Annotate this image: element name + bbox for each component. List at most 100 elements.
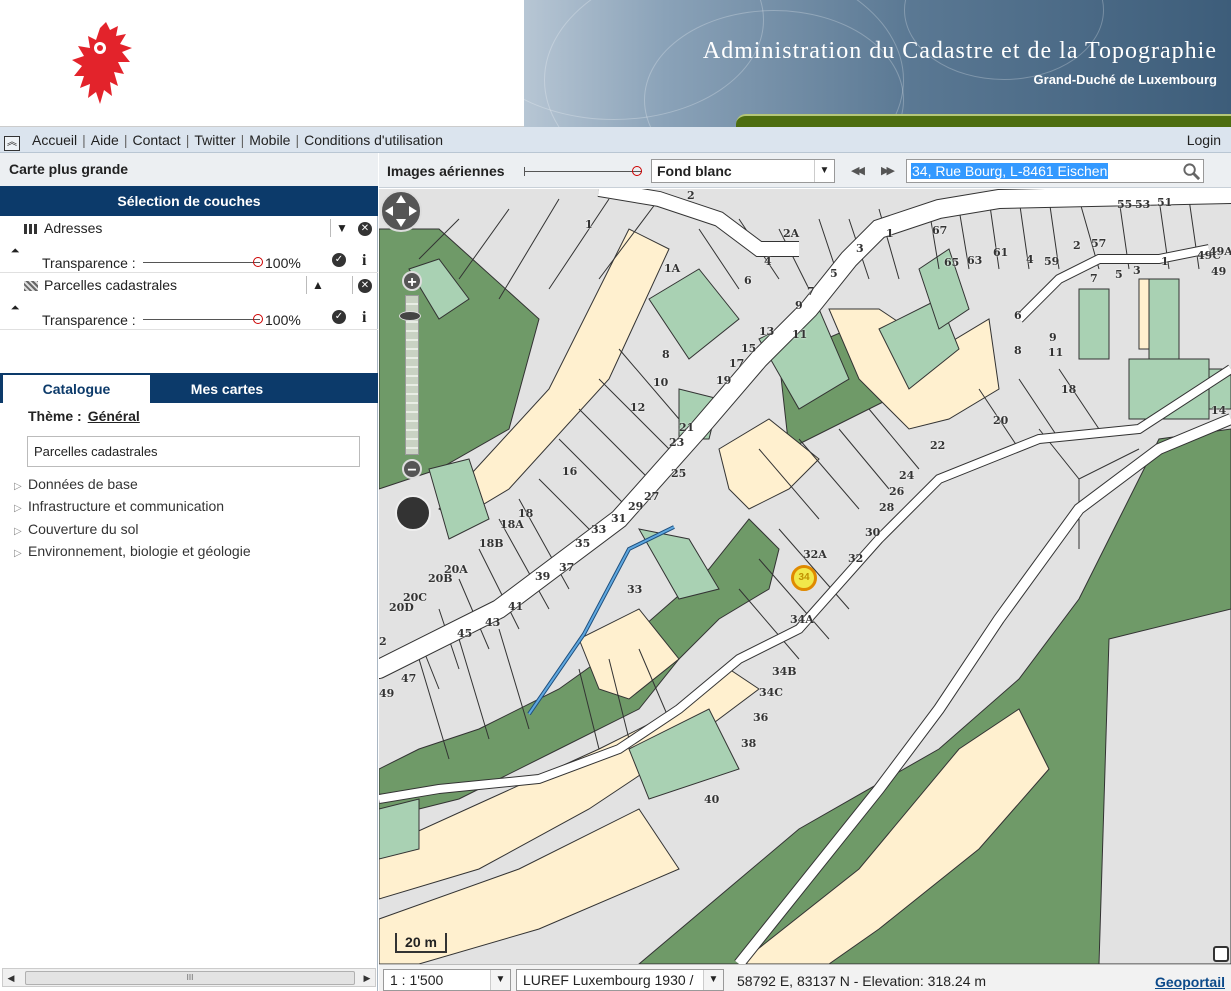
layer-down-icon[interactable]: ▼ [335,221,349,235]
tree-item-label: Infrastructure et communication [28,498,225,514]
nav-separator: | [240,132,245,148]
chevron-down-icon[interactable]: ▼ [703,970,723,990]
projection-select-value: LUREF Luxembourg 1930 / [523,972,694,988]
parcel-label: 57 [1091,237,1107,250]
layer-up-icon[interactable]: ⏶ [8,244,22,258]
tree-item-donnees[interactable]: ▷ Données de base [14,476,138,492]
expand-arrow-icon[interactable]: ▷ [14,548,28,559]
scale-select[interactable]: 1 : 1'500 ▼ [383,969,511,991]
chevron-down-icon[interactable]: ▼ [490,970,510,990]
parcel-label: 8 [662,348,670,361]
parcel-label: 38 [741,737,757,750]
horizontal-scrollbar[interactable]: ◀ III ▶ [2,968,376,987]
zoom-slider-thumb[interactable] [399,311,421,321]
parcel-label: 33 [591,523,607,536]
parcel-label: 18 [1061,383,1077,396]
transparency-value: 100% [265,312,301,328]
nav-link-aide[interactable]: Aide [91,132,119,148]
parcel-label: 61 [993,246,1009,259]
scroll-left-icon[interactable]: ◀ [5,971,17,985]
nav-link-conditions[interactable]: Conditions d'utilisation [304,132,443,148]
parcel-label: 8 [1014,344,1022,357]
search-input[interactable]: 34, Rue Bourg, L-8461 Eischen [906,159,1204,183]
theme-value-link[interactable]: Général [88,408,140,424]
collapse-header-icon[interactable]: ︽ [4,136,20,151]
slider-knob[interactable] [632,166,642,176]
scroll-right-icon[interactable]: ▶ [361,971,373,985]
history-forward-icon[interactable]: ▶▶ [881,164,895,177]
projection-select[interactable]: LUREF Luxembourg 1930 / ▼ [516,969,724,991]
check-icon[interactable]: ✓ [332,310,346,324]
background-opacity-slider[interactable] [524,166,642,176]
transparency-value: 100% [265,255,301,271]
parcel-label: 11 [792,328,808,341]
nav-separator: | [185,132,190,148]
tree-item-couverture[interactable]: ▷ Couverture du sol [14,521,139,537]
slider-tick [524,167,525,176]
zoom-out-icon[interactable]: − [402,459,422,479]
parcel-label: 49 [379,687,395,700]
parcel-label: 32A [803,548,827,561]
aerial-images-label: Images aériennes [387,163,505,179]
expand-arrow-icon[interactable]: ▷ [14,481,28,492]
expand-arrow-icon[interactable]: ▷ [14,503,28,514]
layer-up-arrow-icon[interactable]: ▲ [311,278,325,292]
luxembourg-overview-icon[interactable] [395,495,431,531]
check-icon[interactable]: ✓ [332,253,346,267]
parcel-label: 1 [1161,255,1169,268]
layer-name-text: Adresses [44,220,103,236]
parcel-label: 31 [611,512,627,525]
nav-link-twitter[interactable]: Twitter [194,132,235,148]
parcel-label: 21 [679,421,695,434]
scrollbar-thumb[interactable]: III [25,971,355,985]
zoom-in-icon[interactable]: + [402,271,422,291]
parcel-label: 33 [627,583,643,596]
search-icon[interactable] [1182,162,1201,181]
tree-item-infrastructure[interactable]: ▷ Infrastructure et communication [14,498,224,514]
parcel-label: 3 [1133,264,1141,277]
remove-layer-icon[interactable]: ✕ [358,222,372,236]
parcel-label: 27 [644,490,660,503]
nav-link-contact[interactable]: Contact [132,132,180,148]
app-root: Administration du Cadastre et de la Topo… [0,0,1231,991]
map-view[interactable]: 1 2 2A 3 1 67 55 53 51 1A 4 6 5 65 63 61… [379,189,1231,964]
address-marker[interactable]: 34 [791,565,817,591]
layer-up-icon[interactable]: ⏶ [8,301,22,315]
nav-link-mobile[interactable]: Mobile [249,132,290,148]
parcel-label: 36 [753,711,769,724]
login-link[interactable]: Login [1187,132,1221,148]
parcel-label: 20B [428,572,453,585]
tab-mes-cartes[interactable]: Mes cartes [152,375,302,403]
remove-layer-icon[interactable]: ✕ [358,279,372,293]
parcel-label: 13 [759,325,775,338]
search-input-value[interactable]: 34, Rue Bourg, L-8461 Eischen [911,163,1109,179]
slider-knob[interactable] [253,257,263,267]
info-icon[interactable]: i [362,309,366,327]
parcel-label: 3 [856,242,864,255]
pan-control-icon[interactable] [379,189,423,233]
expand-arrow-icon[interactable]: ▷ [14,526,28,537]
tree-item-label: Environnement, biologie et géologie [28,543,251,559]
parcel-label: 39 [535,570,551,583]
parcel-label: 35 [575,537,591,550]
background-select[interactable]: Fond blanc ▼ [651,159,835,183]
parcel-label: 28 [879,501,895,514]
tree-item-environnement[interactable]: ▷ Environnement, biologie et géologie [14,543,251,559]
nav-link-accueil[interactable]: Accueil [32,132,77,148]
history-back-icon[interactable]: ◀◀ [851,164,865,177]
parcel-label: 4 [764,255,772,268]
tab-catalogue[interactable]: Catalogue [3,375,150,403]
slider-knob[interactable] [253,314,263,324]
theme-layer-box[interactable]: Parcelles cadastrales [27,436,360,467]
parcel-label: 49A [1209,245,1231,258]
catalog-tabs: Catalogue Mes cartes [0,373,378,403]
geoportail-link[interactable]: Geoportail [1155,974,1225,990]
bigger-map-button[interactable]: Carte plus grande [0,153,378,186]
chevron-down-icon[interactable]: ▼ [814,160,834,182]
info-icon[interactable]: i [362,252,366,270]
transparency-slider[interactable] [143,257,263,267]
transparency-slider[interactable] [143,314,263,324]
zoom-control[interactable]: + − [399,271,423,479]
map-overview-toggle-icon[interactable] [1213,946,1229,962]
parcel-label: 59 [1044,255,1060,268]
